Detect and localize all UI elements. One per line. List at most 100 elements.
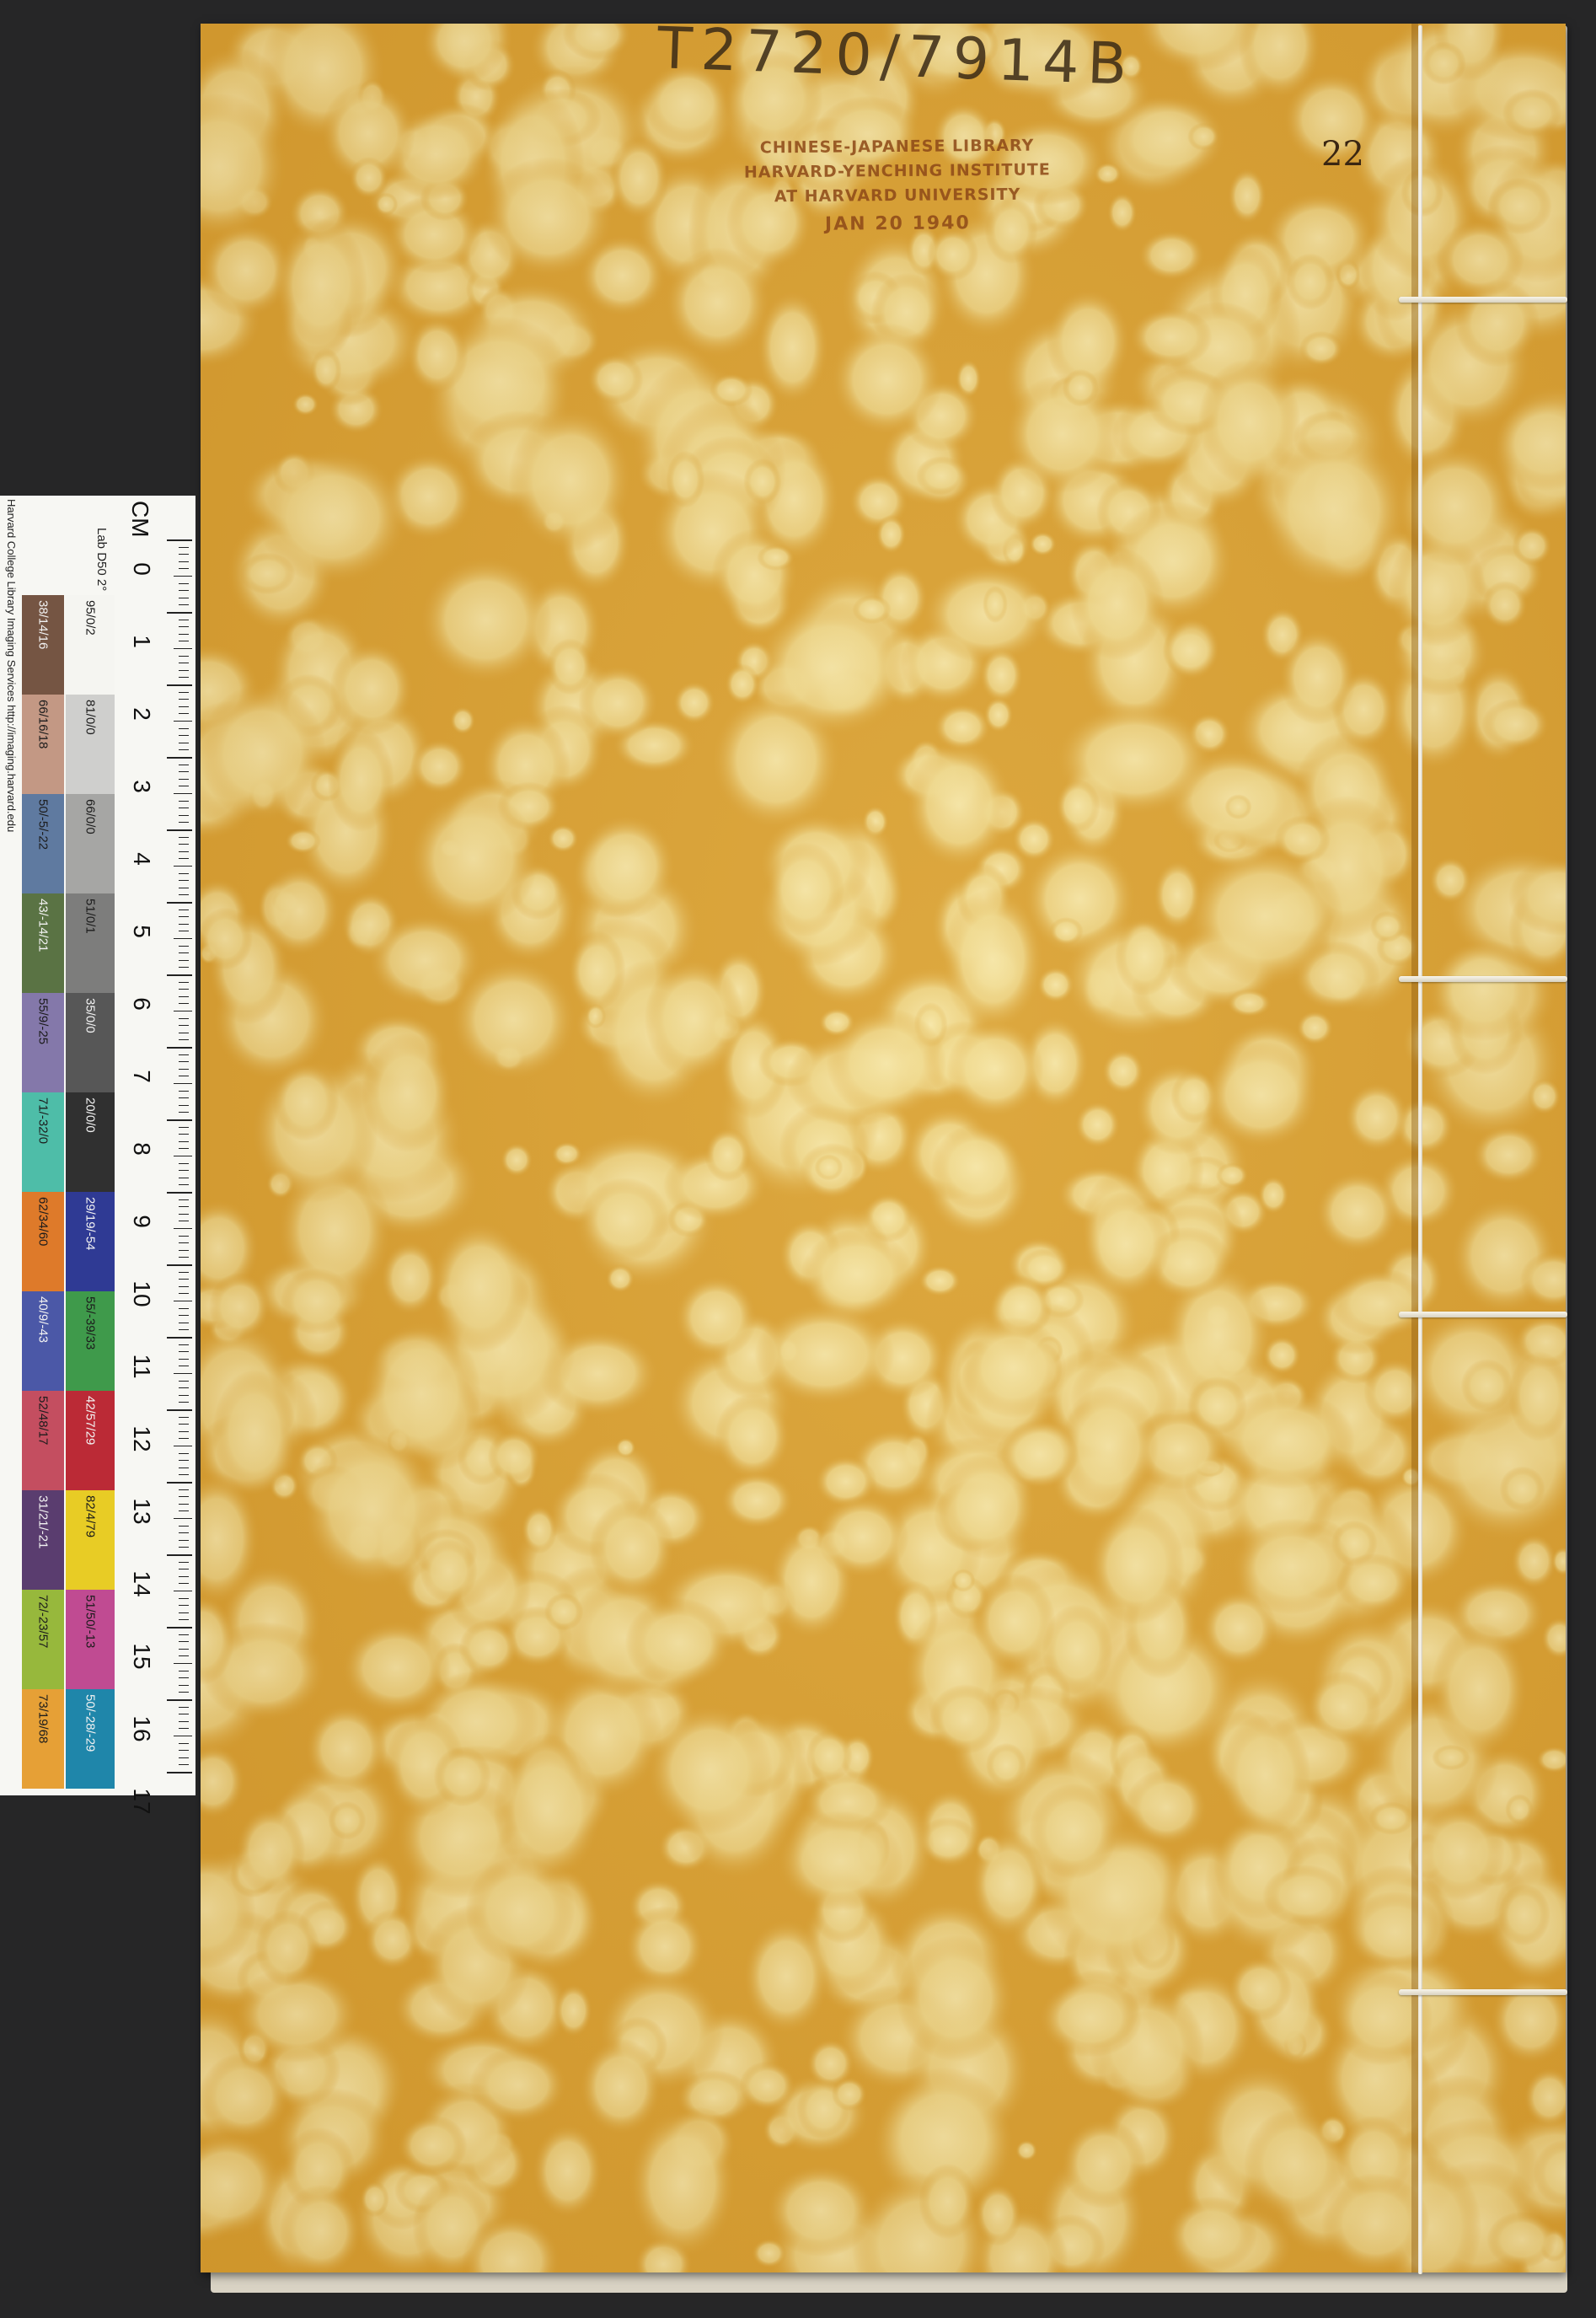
marble-cell: [547, 824, 579, 853]
marble-cell: [433, 1746, 491, 1807]
ruler-tick: [179, 546, 189, 548]
marble-cell: [554, 1983, 593, 2038]
marble-cell: [1232, 1518, 1352, 1615]
marble-cell: [817, 1495, 909, 1579]
marble-cell: [1224, 794, 1252, 820]
ruler-tick: [174, 866, 192, 867]
ruler-tick: [179, 1728, 189, 1730]
centimeter-ruler: 0 1 2 3 4 5 6 7 8 9 10 11 12 13 14 15 16 17: [118, 539, 194, 1815]
marble-cell: [711, 529, 798, 620]
ruler-tick: [179, 1597, 189, 1599]
marble-cell: [876, 514, 907, 555]
swatch-label: 50/-5/-22: [35, 799, 51, 850]
ruler-number: 16: [129, 1715, 155, 1742]
marble-cell: [589, 1500, 676, 1596]
marble-cell: [710, 373, 753, 407]
ruler-tick: [179, 1307, 189, 1309]
marble-cell: [1106, 192, 1138, 233]
marble-cell: [1228, 1956, 1293, 2022]
ruler-tick: [179, 1242, 189, 1244]
ruler-tick: [179, 568, 189, 570]
ruler-tick: [174, 1663, 192, 1664]
marble-cell: [1460, 1359, 1513, 1413]
marble-cell: [951, 1569, 976, 1592]
ruler-tick: [179, 778, 189, 780]
swatch-label: 40/9/-43: [35, 1296, 51, 1344]
ruler-tick: [179, 1547, 189, 1548]
ruler-tick: [179, 1605, 189, 1607]
ruler-tick: [179, 1097, 189, 1099]
marble-cell: [1315, 1171, 1400, 1253]
ruler-number: 9: [129, 1215, 155, 1228]
marble-cell: [239, 552, 296, 595]
marble-cell: [972, 1573, 1056, 1671]
ruler-number: 13: [129, 1498, 155, 1525]
stamp-line: CHINESE-JAPANESE LIBRARY: [759, 136, 1035, 158]
color-swatch: 40/9/-43: [22, 1291, 64, 1391]
ruler-tick: [179, 1416, 189, 1418]
marble-cell: [349, 157, 388, 200]
ruler-tick: [179, 1315, 189, 1317]
marble-cell: [1305, 1671, 1382, 1743]
ruler-tick: [179, 1257, 189, 1258]
marble-cell: [1062, 368, 1100, 407]
ruler-tick: [167, 829, 192, 831]
color-swatch: 55/9/-25: [22, 993, 64, 1092]
marble-cell: [1428, 856, 1472, 904]
marble-cell: [578, 665, 659, 741]
ruler-tick: [179, 1402, 189, 1403]
marble-cell: [1344, 1082, 1410, 1152]
ruler-tick: [179, 850, 189, 852]
marble-cell: [777, 1811, 904, 1912]
marble-cell: [609, 137, 669, 220]
ruler-tick: [179, 1380, 189, 1382]
marble-cell: [919, 1264, 961, 1297]
marble-cell: [615, 1437, 636, 1458]
ruler-tick: [167, 1192, 192, 1194]
ruler-tick: [179, 1452, 189, 1454]
ruler-tick: [179, 1025, 189, 1027]
swatch-label: 20/0/0: [83, 1097, 98, 1133]
ruler-number: 8: [129, 1142, 155, 1156]
ruler-tick: [179, 967, 189, 969]
ruler-tick: [179, 858, 189, 860]
marble-cell: [831, 2077, 867, 2111]
marble-cell: [341, 1620, 452, 1715]
ruler-tick: [174, 938, 192, 939]
swatch-label: 66/0/0: [83, 799, 98, 834]
marble-cell: [1528, 1078, 1561, 1115]
ruler-tick: [174, 648, 192, 649]
marble-cell: [929, 1684, 1003, 1754]
color-swatch: 52/48/17: [22, 1391, 64, 1490]
ruler-tick: [179, 1358, 189, 1360]
ruler-tick: [179, 554, 189, 555]
ruler-tick: [179, 1387, 189, 1389]
marble-cell: [408, 790, 538, 927]
ruler-tick: [179, 1003, 189, 1005]
ruler-tick: [179, 1655, 189, 1657]
ruler-tick: [179, 1641, 189, 1643]
marble-cell: [458, 1620, 519, 1676]
marble-cell: [1101, 1049, 1144, 1094]
binding-stitch: [1399, 1312, 1567, 1317]
ruler-tick: [179, 800, 189, 802]
cover-fold: [1411, 24, 1418, 2272]
color-swatch: 38/14/16: [22, 595, 64, 695]
marble-cell: [1129, 307, 1213, 368]
ruler-tick: [179, 814, 189, 816]
marble-cell: [1505, 1794, 1534, 1825]
marble-cell: [629, 2108, 736, 2259]
marble-cell: [725, 663, 760, 705]
ruler-tick: [179, 1351, 189, 1353]
color-swatch: 31/21/-21: [22, 1490, 64, 1590]
swatch-label: 81/0/0: [83, 700, 98, 735]
ruler-tick: [179, 1764, 189, 1766]
ruler-tick: [167, 1482, 192, 1484]
ruler-tick: [179, 1285, 189, 1287]
ruler-tick: [179, 1648, 189, 1650]
swatch-label: 52/48/17: [35, 1396, 51, 1446]
marble-cell: [852, 594, 892, 625]
marble-cell: [1417, 1804, 1505, 1902]
swatch-label: 35/0/0: [83, 998, 98, 1033]
marble-cell: [1028, 531, 1057, 556]
